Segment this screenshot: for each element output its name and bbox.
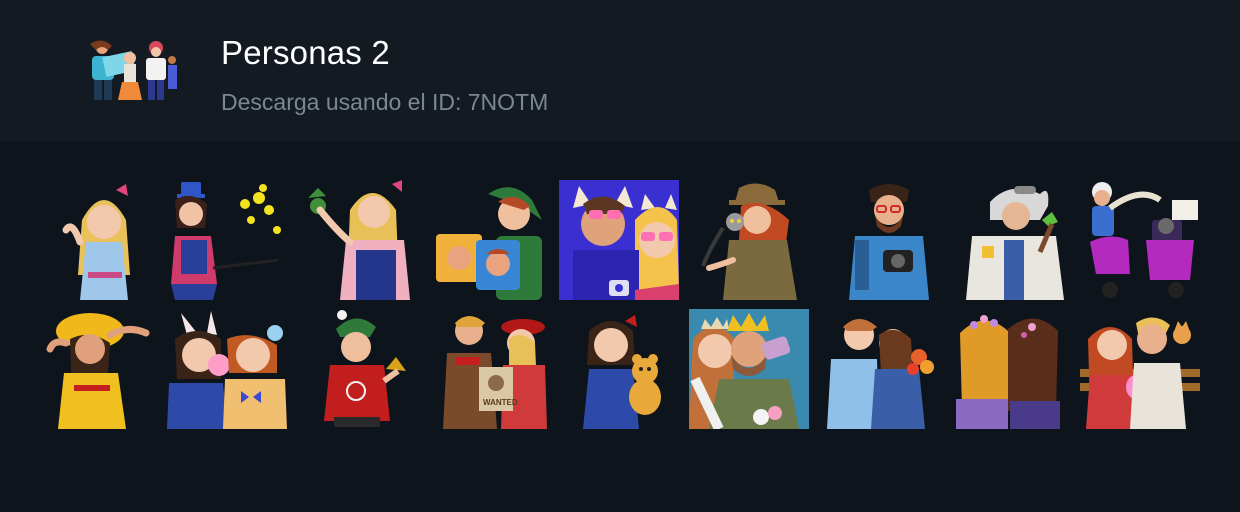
farmer-girl-apple-sticker[interactable] <box>300 180 420 300</box>
king-queen-selfie-sticker[interactable] <box>689 309 809 429</box>
couple-fox-ears-selfie-sticker[interactable] <box>559 180 679 300</box>
couple-kiss-bouquet-sticker[interactable] <box>819 309 939 429</box>
explorer-woman-lemur-sticker[interactable] <box>689 180 809 300</box>
girl-teddy-bear-sticker[interactable] <box>559 309 679 429</box>
pack-title: Personas 2 <box>221 34 390 71</box>
elf-boy-photos-sticker[interactable] <box>432 180 552 300</box>
girl-yellow-hat-sticker[interactable] <box>44 309 164 429</box>
kids-bubblegum-bunny-ears-sticker[interactable] <box>167 309 287 429</box>
pack-download-id: Descarga usando el ID: 7NOTM <box>221 89 549 115</box>
scooter-rider-cat-sticker[interactable] <box>1080 180 1200 300</box>
elf-bell-sweater-sticker[interactable] <box>300 309 420 429</box>
magician-woman-flowers-sticker[interactable] <box>167 180 287 300</box>
svg-text:WANTED: WANTED <box>483 398 518 407</box>
sticker-grid: WANTED <box>0 141 1240 512</box>
pack-header: Personas 2 Descarga usando el ID: 7NOTM <box>0 0 1240 141</box>
blonde-girl-bow-sticker[interactable] <box>44 180 164 300</box>
cowboy-couple-wanted-sticker[interactable]: WANTED <box>429 309 549 429</box>
scientist-old-man-sticker[interactable] <box>960 180 1080 300</box>
girls-back-view-sticker[interactable] <box>950 309 1070 429</box>
bearded-man-camera-sticker[interactable] <box>829 180 949 300</box>
sticker-pack-preview-icon <box>84 38 180 104</box>
couple-bench-cat-sticker[interactable] <box>1080 309 1200 429</box>
